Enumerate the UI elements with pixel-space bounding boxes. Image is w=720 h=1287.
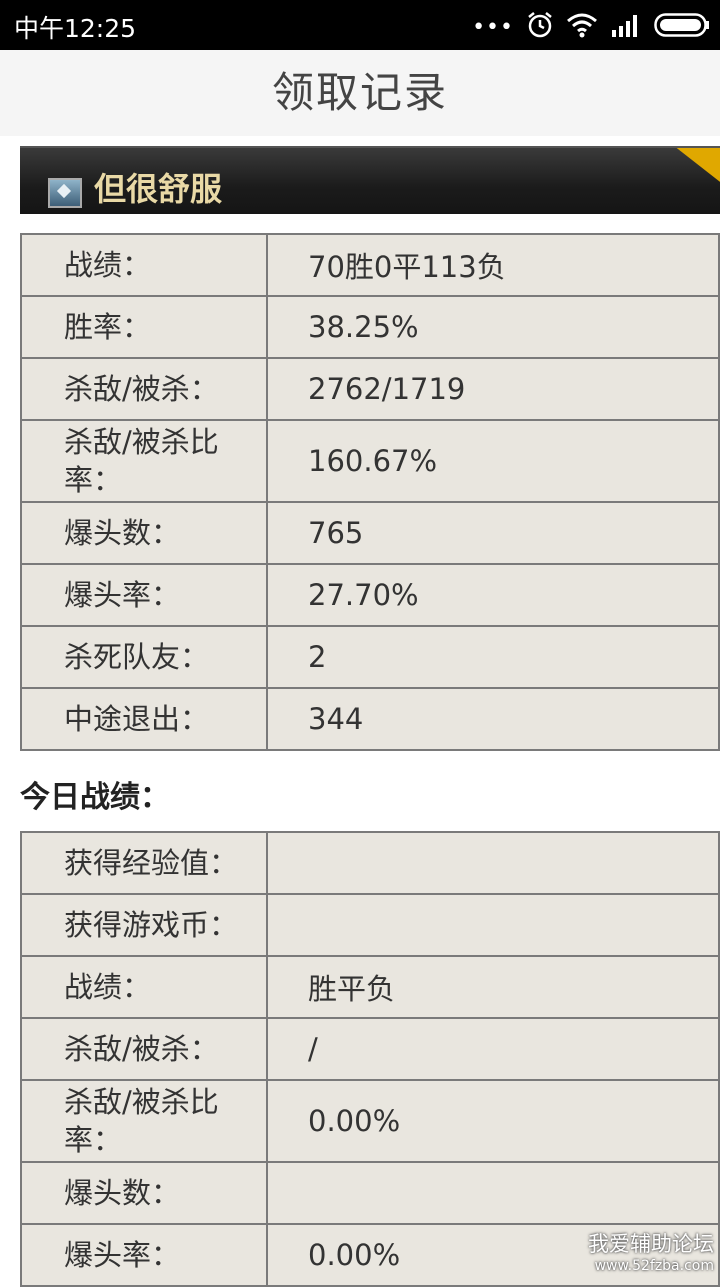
stat-label: 爆头数：: [20, 1161, 268, 1225]
stat-label: 战绩：: [20, 233, 268, 297]
stat-value: [266, 893, 720, 957]
today-stats-table: 获得经验值： 获得游戏币： 战绩： 胜平负 杀敌/被杀： / 杀敌/被杀比率： …: [20, 831, 720, 1287]
status-icons: •••: [472, 8, 710, 42]
stat-value: 38.25%: [266, 295, 720, 359]
stat-label: 杀敌/被杀比率：: [20, 419, 268, 503]
table-row: 杀敌/被杀： 2762/1719: [20, 357, 720, 421]
table-row: 获得经验值：: [20, 831, 720, 895]
site-watermark: 我爱辅助论坛 www.52fzba.com: [588, 1228, 714, 1274]
stat-value: 70胜0平113负: [266, 233, 720, 297]
alarm-icon: [528, 12, 552, 38]
more-notifications-icon: •••: [472, 15, 514, 40]
stat-label: 战绩：: [20, 955, 268, 1019]
stat-value: 27.70%: [266, 563, 720, 627]
status-time: 中午12:25: [14, 14, 137, 43]
stat-label: 中途退出：: [20, 687, 268, 751]
stat-value: 344: [266, 687, 720, 751]
stat-label: 获得经验值：: [20, 831, 268, 895]
table-row: 中途退出： 344: [20, 687, 720, 751]
title-bar: 领取记录: [0, 50, 720, 136]
stat-value: 765: [266, 501, 720, 565]
stat-label: 获得游戏币：: [20, 893, 268, 957]
table-row: 获得游戏币：: [20, 893, 720, 957]
stat-label: 杀敌/被杀：: [20, 357, 268, 421]
stat-label: 爆头率：: [20, 563, 268, 627]
rank-badge-icon: [48, 178, 82, 208]
battery-icon: [654, 13, 709, 37]
stat-value: 2762/1719: [266, 357, 720, 421]
signal-icon: [612, 15, 637, 37]
stat-value: 胜平负: [266, 955, 720, 1019]
table-row: 战绩： 70胜0平113负: [20, 233, 720, 297]
stat-value: 160.67%: [266, 419, 720, 503]
stat-value: 0.00%: [266, 1079, 720, 1163]
table-row: 胜率： 38.25%: [20, 295, 720, 359]
table-row: 杀敌/被杀： /: [20, 1017, 720, 1081]
page-title: 领取记录: [271, 68, 448, 117]
stat-label: 爆头率：: [20, 1223, 268, 1287]
stat-label: 胜率：: [20, 295, 268, 359]
table-row: 爆头率： 27.70%: [20, 563, 720, 627]
table-row: 杀死队友： 2: [20, 625, 720, 689]
stat-value: [266, 831, 720, 895]
stat-label: 杀死队友：: [20, 625, 268, 689]
table-row: 战绩： 胜平负: [20, 955, 720, 1019]
player-header: 但很舒服: [20, 146, 720, 214]
stat-label: 杀敌/被杀比率：: [20, 1079, 268, 1163]
stat-label: 杀敌/被杀：: [20, 1017, 268, 1081]
wifi-icon: [567, 13, 597, 38]
player-name: 但很舒服: [94, 170, 223, 208]
today-section-title: 今日战绩：: [20, 780, 170, 815]
overall-stats-table: 战绩： 70胜0平113负 胜率： 38.25% 杀敌/被杀： 2762/171…: [20, 233, 720, 751]
table-row: 杀敌/被杀比率： 0.00%: [20, 1079, 720, 1163]
watermark-url: www.52fzba.com: [594, 1258, 714, 1274]
table-row: 爆头数： 765: [20, 501, 720, 565]
stat-value: 2: [266, 625, 720, 689]
stat-value: /: [266, 1017, 720, 1081]
table-row: 杀敌/被杀比率： 160.67%: [20, 419, 720, 503]
stat-label: 爆头数：: [20, 501, 268, 565]
corner-ribbon: [669, 148, 720, 192]
table-row: 爆头数：: [20, 1161, 720, 1225]
status-bar: 中午12:25 •••: [0, 0, 720, 50]
watermark-name: 我爱辅助论坛: [588, 1232, 714, 1256]
stat-value: [266, 1161, 720, 1225]
